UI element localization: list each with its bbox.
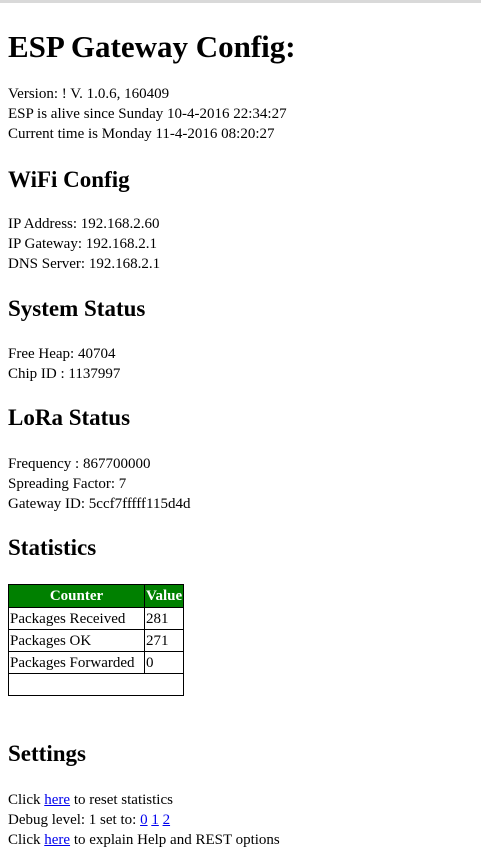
chip-id-text: Chip ID : 1137997 [8,366,121,382]
cell-counter: Packages OK [8,629,145,652]
table-row-empty [7,673,185,696]
table-row: Packages OK 271 [8,629,185,652]
debug-level-2-link[interactable]: 2 [163,812,171,828]
wifi-heading: WiFi Config [8,167,130,192]
ip-gateway-text: IP Gateway: 192.168.2.1 [8,236,158,252]
reset-prefix: Click [8,792,45,808]
free-heap-text: Free Heap: 40704 [8,346,116,362]
cell-value: 271 [143,629,185,652]
empty-cell [7,673,185,696]
system-info: Free Heap: 40704 Chip ID : 1137997 [8,344,120,384]
current-time-text: Current time is Monday 11-4-2016 08:20:2… [8,126,275,142]
table-row: Packages Forwarded 0 [8,651,185,674]
dns-server-text: DNS Server: 192.168.2.1 [8,256,161,272]
column-header-value: Value [143,584,185,608]
statistics-heading: Statistics [8,535,97,560]
cell-counter: Packages Forwarded [8,651,145,674]
table-header-row: Counter Value [8,584,185,608]
version-text: Version: ! V. 1.0.6, 160409 [8,86,170,102]
help-link[interactable]: here [44,832,70,848]
header-info: Version: ! V. 1.0.6, 160409 ESP is alive… [8,84,287,144]
cell-value: 0 [143,651,185,674]
debug-level-0-link[interactable]: 0 [140,812,148,828]
settings-heading: Settings [8,741,86,766]
frequency-text: Frequency : 867700000 [8,456,151,472]
debug-level-1-link[interactable]: 1 [151,812,159,828]
top-divider [0,0,481,3]
statistics-table: Counter Value Packages Received 281 Pack… [7,584,185,696]
table-row: Packages Received 281 [8,607,185,630]
alive-text: ESP is alive since Sunday 10-4-2016 22:3… [8,106,287,122]
page-title: ESP Gateway Config: [8,29,296,64]
lora-info: Frequency : 867700000 Spreading Factor: … [8,454,190,514]
system-heading: System Status [8,296,146,321]
gateway-id-text: Gateway ID: 5ccf7fffff115d4d [8,496,191,512]
help-prefix: Click [8,832,45,848]
help-line: Click here to explain Help and REST opti… [8,830,280,850]
debug-line: Debug level: 1 set to: 0 1 2 [8,810,280,830]
ip-address-text: IP Address: 192.168.2.60 [8,216,160,232]
cell-counter: Packages Received [8,607,145,630]
help-suffix: to explain Help and REST options [70,832,280,848]
lora-heading: LoRa Status [8,405,131,430]
column-header-counter: Counter [8,584,145,608]
cell-value: 281 [143,607,185,630]
reset-line: Click here to reset statistics [8,790,280,810]
spreading-factor-text: Spreading Factor: 7 [8,476,127,492]
wifi-info: IP Address: 192.168.2.60 IP Gateway: 192… [8,214,160,274]
reset-statistics-link[interactable]: here [44,792,70,808]
settings-info: Click here to reset statistics Debug lev… [8,790,280,850]
reset-suffix: to reset statistics [70,792,173,808]
debug-prefix: Debug level: 1 set to: [8,812,141,828]
